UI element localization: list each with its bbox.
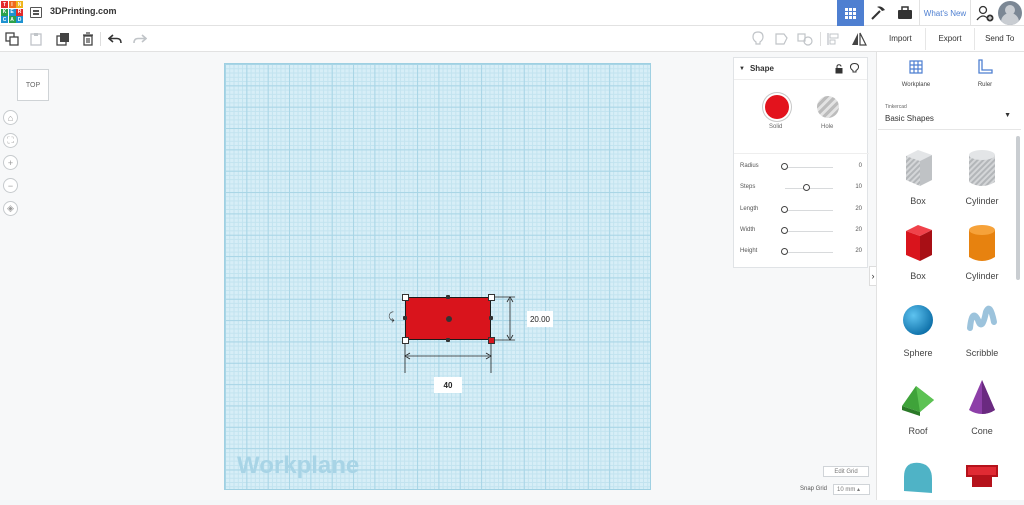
rotate-icon[interactable]: ⤹ <box>388 311 395 324</box>
library-name: Basic Shapes <box>885 114 934 123</box>
property-length[interactable]: Length 20 <box>740 206 864 216</box>
width-dimension-label[interactable]: 40 <box>434 377 462 393</box>
snap-grid-label: Snap Grid <box>800 486 828 492</box>
resize-handle[interactable] <box>488 337 495 344</box>
slider-track[interactable] <box>785 167 833 168</box>
shape-inspector: ▼ Shape Solid Hole Radius 0 Steps 10 Len… <box>733 57 869 268</box>
edge-handle[interactable] <box>403 316 407 320</box>
slider-knob[interactable] <box>781 163 788 170</box>
ruler-tool-label: Ruler <box>977 82 993 88</box>
dropdown-arrow-icon: ▼ <box>1004 112 1011 119</box>
solid-label: Solid <box>769 124 783 130</box>
ruler-icon <box>978 59 993 74</box>
slider-track[interactable] <box>785 231 833 232</box>
visibility-bulb-icon[interactable] <box>850 63 859 74</box>
box-hole-icon <box>906 150 932 186</box>
shape-cylinder[interactable]: Cylinder <box>952 221 1012 281</box>
workplane-tool-button[interactable]: Workplane <box>886 58 946 88</box>
shape-half-cylinder[interactable] <box>888 455 948 505</box>
edge-handle[interactable] <box>446 338 450 342</box>
hole-label: Hole <box>821 124 834 130</box>
resize-handle[interactable] <box>402 337 409 344</box>
shapes-scrollbar[interactable] <box>1016 136 1020 280</box>
library-source: Tinkercad <box>885 104 907 110</box>
slider-track[interactable] <box>785 252 833 253</box>
collapse-caret-icon[interactable]: ▼ <box>739 66 745 72</box>
green-roof-icon <box>902 386 934 416</box>
inspector-header[interactable]: ▼ Shape <box>734 58 867 80</box>
shape-library-select[interactable]: Tinkercad Basic Shapes ▼ <box>878 100 1021 130</box>
edge-handle[interactable] <box>489 316 493 320</box>
purple-cone-icon <box>969 380 995 414</box>
snap-grid-select[interactable]: 10 mm ▴ <box>833 484 870 495</box>
shape-cylinder-striped[interactable]: Cylinder <box>952 146 1012 206</box>
height-dimension-label[interactable]: 20.00 <box>527 311 553 327</box>
shape-cone[interactable]: Cone <box>952 376 1012 436</box>
shape-label: Box <box>910 196 926 206</box>
shape-box[interactable]: Box <box>888 221 948 281</box>
cylinder-hole-icon <box>969 150 995 186</box>
shape-label: Sphere <box>903 348 933 358</box>
resize-handle[interactable] <box>488 294 495 301</box>
shape-label: Cone <box>971 426 993 436</box>
shape-roof[interactable]: Roof <box>888 376 948 436</box>
solid-color-swatch[interactable] <box>765 95 789 119</box>
shape-sphere[interactable]: Sphere <box>888 298 948 358</box>
shape-label: Box <box>910 271 926 281</box>
resize-handle[interactable] <box>402 294 409 301</box>
workplane-icon <box>909 60 923 74</box>
shape-label: Roof <box>908 426 928 436</box>
inspector-divider <box>734 153 869 154</box>
edge-handle[interactable] <box>446 295 450 299</box>
slider-knob[interactable] <box>781 206 788 213</box>
orange-cylinder-icon <box>969 225 995 261</box>
slider-knob[interactable] <box>802 184 810 191</box>
shape-box-striped[interactable]: Box <box>888 146 948 206</box>
blue-sphere-icon <box>903 305 933 335</box>
slider-track[interactable] <box>785 210 833 211</box>
property-steps[interactable]: Steps 10 <box>740 184 864 194</box>
red-text-icon <box>966 465 998 487</box>
property-height[interactable]: Height 20 <box>740 248 864 258</box>
shape-label: Scribble <box>965 348 999 358</box>
property-radius[interactable]: Radius 0 <box>740 163 864 173</box>
red-box-icon <box>906 225 932 261</box>
workplane-tool-label: Workplane <box>901 82 931 88</box>
slider-knob[interactable] <box>781 248 788 255</box>
inspector-title: Shape <box>749 64 774 73</box>
dimension-lines <box>404 296 515 373</box>
ruler-tool-button[interactable]: Ruler <box>955 58 1015 88</box>
center-handle[interactable] <box>446 316 452 322</box>
shape-scribble[interactable]: Scribble <box>952 298 1012 358</box>
lock-icon[interactable] <box>835 64 843 74</box>
edit-grid-button[interactable]: Edit Grid <box>823 466 869 477</box>
hole-swatch[interactable] <box>817 96 839 118</box>
teal-half-cylinder-icon <box>904 462 932 493</box>
property-width[interactable]: Width 20 <box>740 227 864 237</box>
shape-label: Cylinder <box>965 271 999 281</box>
scribble-icon <box>967 305 997 331</box>
shape-label: Cylinder <box>965 196 999 206</box>
slider-knob[interactable] <box>781 227 788 234</box>
shape-text[interactable] <box>952 455 1012 505</box>
